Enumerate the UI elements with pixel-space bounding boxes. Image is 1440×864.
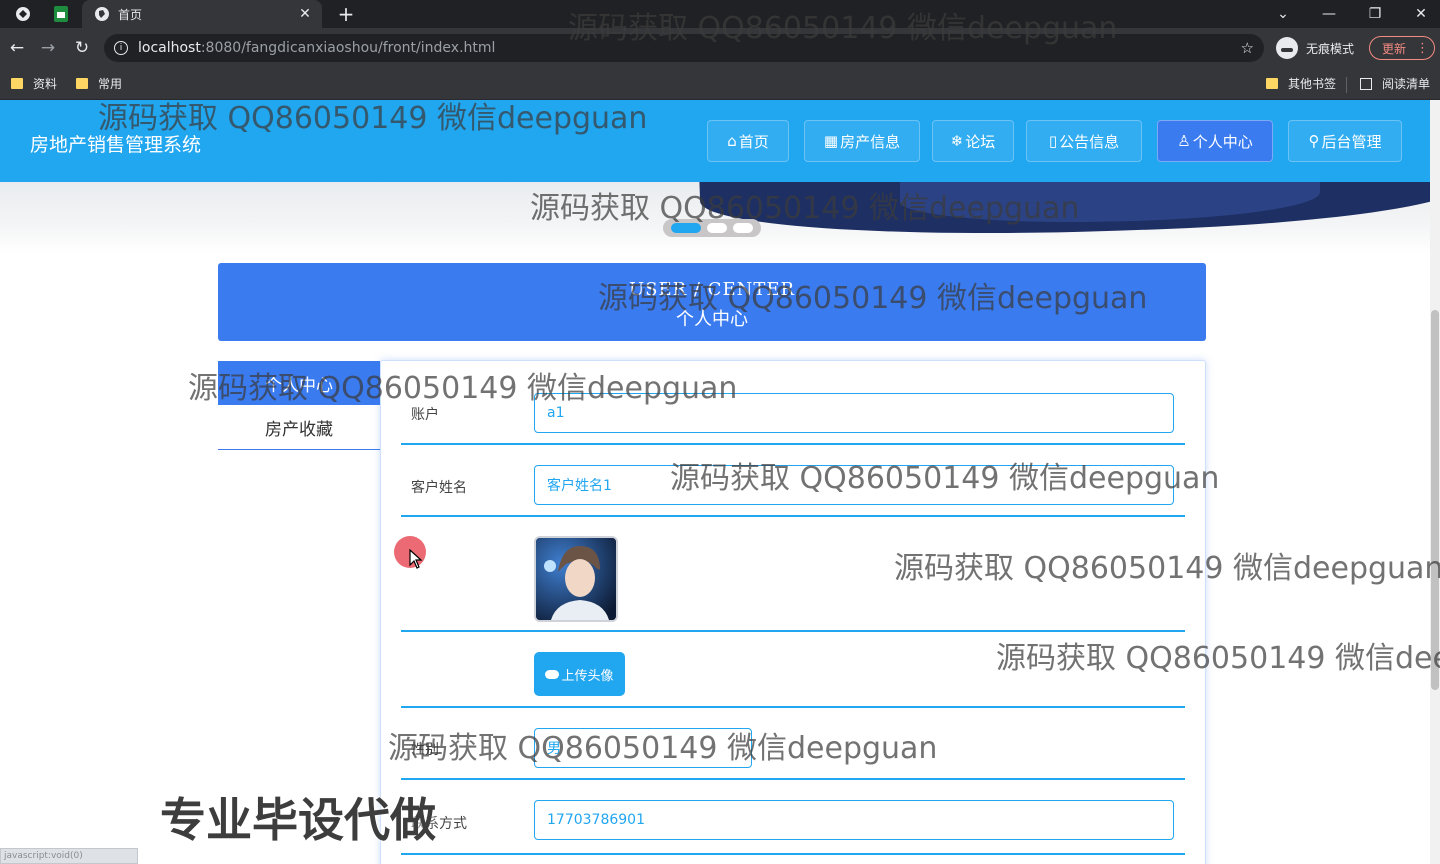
bookmark-label: 其他书签 [1288,77,1337,91]
carousel-dot[interactable] [671,223,701,233]
avatar [534,536,618,622]
profile-form: 账户 a1 客户姓名 客户姓名1 上传头像 性别 男 联系方式 17703786… [380,360,1206,864]
nav-label: 论坛 [965,132,996,151]
snowflake-icon: ❄ [950,132,964,150]
reload-icon[interactable]: ↻ [70,36,94,60]
close-window-icon[interactable]: ✕ [1398,0,1440,28]
forward-arrow-icon[interactable]: → [36,36,60,60]
restore-icon[interactable]: ❐ [1352,0,1398,28]
bookmarks-bar: 资料 常用 其他书签 阅读清单 [0,68,1440,100]
nav-label: 后台管理 [1321,132,1382,151]
row-divider [401,778,1185,780]
bookmark-star-icon[interactable]: ☆ [1241,39,1254,57]
promo-overlay-text: 专业毕设代做 [160,793,436,847]
site-header: 房地产销售管理系统 ⌂ 首页 ▦ 房产信息 ❄ 论坛 ▯ 公告信息 ♙ 个人中心… [0,100,1440,182]
nav-label: 个人中心 [1192,132,1253,151]
back-arrow-icon[interactable]: ← [5,36,29,60]
page-heading: USER / CENTER 个人中心 [218,263,1206,341]
user-icon: ♙ [1177,132,1191,150]
sidebar-item-label: 个人中心 [265,375,333,396]
nav-announcements[interactable]: ▯ 公告信息 [1026,120,1142,162]
account-label: 账户 [411,407,439,423]
gender-label: 性别 [411,742,439,758]
row-divider [401,515,1185,517]
nav-home[interactable]: ⌂ 首页 [707,120,789,162]
sidebar-item-label: 房产收藏 [265,419,333,440]
home-icon: ⌂ [727,132,737,150]
nav-label: 房产信息 [840,132,901,151]
address-bar[interactable]: i localhost :8080/fangdicanxiaoshou/fron… [104,34,1264,62]
carousel-dot[interactable] [733,223,753,233]
bookmark-folder-changyong[interactable]: 常用 [76,75,122,92]
bookmark-label: 资料 [33,77,58,91]
account-input[interactable]: a1 [534,393,1174,433]
minimize-icon[interactable]: — [1306,0,1352,28]
nav-label: 首页 [738,132,769,151]
reading-list[interactable]: 阅读清单 [1360,75,1430,92]
upload-label: 上传头像 [561,668,614,684]
cloud-upload-icon [545,669,560,679]
nav-user-center[interactable]: ♙ 个人中心 [1157,120,1273,162]
nav-forum[interactable]: ❄ 论坛 [932,120,1014,162]
grid-icon: ▦ [823,132,839,150]
incognito-label: 无痕模式 [1306,41,1355,56]
row-divider [401,853,1185,855]
reading-list-icon [1360,77,1372,90]
heading-english: USER / CENTER [628,279,796,300]
carousel-banner [0,182,1440,254]
update-button[interactable]: 更新 ⋮ [1369,36,1435,60]
sidebar-item-user-center[interactable]: 个人中心 [218,361,380,405]
browser-tab-strip: 首页 ✕ + ⌄ — ❐ ✕ [0,0,1440,28]
folder-icon [11,78,23,89]
bookmark-folder-ziliao[interactable]: 资料 [11,75,57,92]
tab-search-chevron-icon[interactable]: ⌄ [1260,0,1306,28]
bookmark-separator [1346,77,1347,93]
name-input[interactable]: 客户姓名1 [534,465,1174,505]
mouse-cursor-icon [409,549,423,569]
bookmark-label: 阅读清单 [1382,77,1431,91]
phone-input[interactable]: 17703786901 [534,800,1174,840]
heading-chinese: 个人中心 [676,309,748,330]
site-title: 房地产销售管理系统 [30,134,202,156]
scrollbar-thumb[interactable] [1431,310,1439,690]
globe-icon [95,7,109,21]
gender-select[interactable]: 男 [534,728,752,768]
bookmark-folder-other[interactable]: 其他书签 [1266,75,1336,92]
document-icon: ▯ [1048,132,1058,150]
page-scrollbar[interactable] [1430,100,1440,864]
update-label: 更新 [1382,41,1407,56]
folder-icon [76,78,88,89]
carousel-dot[interactable] [707,223,727,233]
url-host: localhost [138,40,201,56]
info-icon[interactable]: i [114,41,128,55]
row-divider [401,706,1185,708]
user-sidebar: 个人中心 房产收藏 [218,361,380,450]
more-menu-icon: ⋮ [1416,40,1430,56]
row-divider [401,630,1185,632]
link-icon: ⚲ [1308,132,1320,150]
folder-icon [1266,78,1278,89]
carousel-indicators [663,219,761,237]
upload-avatar-button[interactable]: 上传头像 [534,652,625,696]
status-url-hint: javascript:void(0) [0,848,138,864]
nav-admin[interactable]: ⚲ 后台管理 [1288,120,1402,162]
nav-label: 公告信息 [1059,132,1120,151]
url-path: :8080/fangdicanxiaoshou/front/index.html [200,40,496,56]
pinned-tab-sheets-icon[interactable] [50,4,72,24]
new-tab-icon[interactable]: + [334,2,358,26]
browser-toolbar: ← → ↻ i localhost :8080/fangdicanxiaosho… [0,28,1440,68]
incognito-icon [1276,37,1298,59]
name-label: 客户姓名 [411,480,467,496]
close-tab-icon[interactable]: ✕ [296,5,314,23]
incognito-indicator[interactable]: 无痕模式 [1276,35,1354,61]
tab-search-icon[interactable] [12,4,34,24]
tab-title: 首页 [118,7,143,22]
sidebar-item-favorites[interactable]: 房产收藏 [218,405,380,450]
browser-tab-active[interactable]: 首页 ✕ [82,0,322,28]
bookmark-label: 常用 [98,77,123,91]
row-divider [401,443,1185,445]
nav-property-info[interactable]: ▦ 房产信息 [804,120,920,162]
